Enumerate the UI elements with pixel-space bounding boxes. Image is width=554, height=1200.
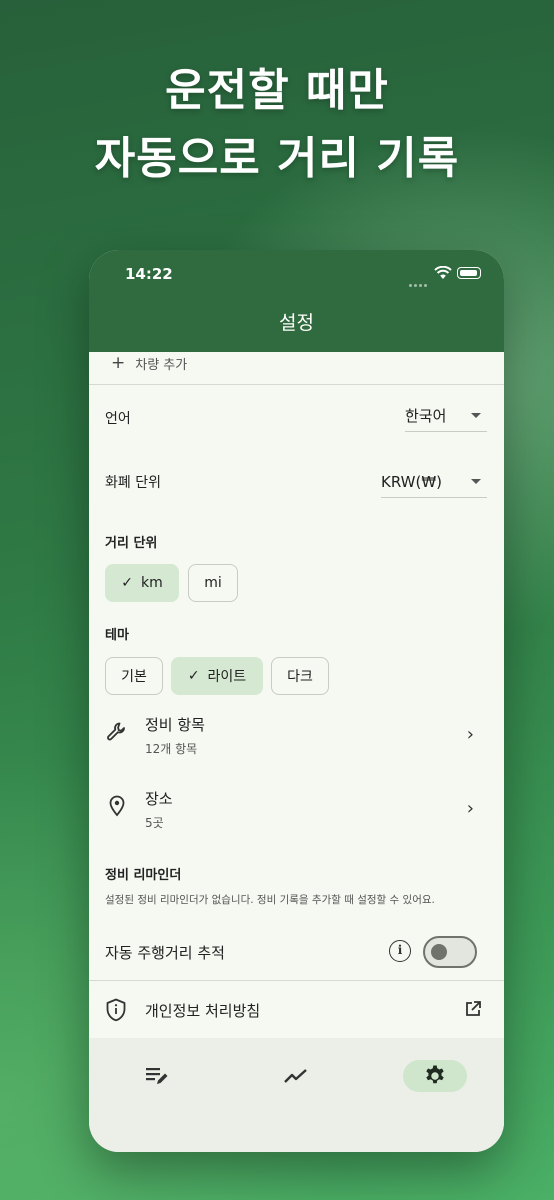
theme-dark[interactable]: 다크 [271,657,329,695]
headline-line2: 자동으로 거리 기록 [94,133,460,184]
maintenance-items-count: 12개 항목 [145,742,198,756]
status-bar: 14:22 [89,250,504,298]
nav-stats[interactable] [264,1060,328,1092]
language-label: 언어 [105,411,131,427]
reminder-description: 설정된 정비 리마인더가 없습니다. 정비 기록을 추가할 때 설정할 수 있어… [105,894,435,906]
headline-line1: 운전할 때만 [165,65,389,116]
mi-label: mi [204,575,222,591]
distance-unit-mi[interactable]: mi [188,564,238,602]
maintenance-items-row[interactable]: 정비 항목 12개 항목 › [89,702,504,766]
bottom-navigation [89,1038,504,1152]
app-bar: 설정 [89,298,504,352]
phone-screen: 14:22 설정 + 차량 추가 언어 한국어 화폐 단위 KRW(₩) 거리 … [89,250,504,1152]
wrench-icon [107,722,125,741]
currency-dropdown[interactable]: KRW(₩) [381,466,487,498]
theme-dark-label: 다크 [287,669,313,685]
add-vehicle-label: 차량 추가 [135,357,188,373]
places-row[interactable]: 장소 5곳 › [89,776,504,840]
chevron-down-icon [471,479,481,484]
places-title: 장소 [145,790,173,808]
location-pin-icon [109,795,125,817]
plus-icon: + [111,353,126,373]
currency-value: KRW(₩) [381,472,443,491]
wifi-icon [434,266,452,279]
records-icon [146,1068,168,1084]
auto-tracking-toggle[interactable] [423,936,477,968]
settings-content: + 차량 추가 언어 한국어 화폐 단위 KRW(₩) 거리 단위 ✓ km m… [89,352,504,1038]
language-value: 한국어 [405,407,447,425]
nav-records[interactable] [125,1060,189,1092]
info-icon[interactable]: i [389,940,411,962]
theme-default[interactable]: 기본 [105,657,163,695]
divider [89,980,504,981]
places-count: 5곳 [145,816,164,830]
theme-default-label: 기본 [121,669,147,685]
page-title: 설정 [279,312,314,334]
distance-unit-km[interactable]: ✓ km [105,564,179,602]
chevron-down-icon [471,413,481,418]
theme-label: 테마 [105,628,129,643]
distance-unit-label: 거리 단위 [105,536,158,551]
chevron-right-icon: › [466,724,474,745]
signal-icon [409,272,429,291]
shield-info-icon [106,998,126,1022]
auto-tracking-label: 자동 주행거리 추적 [105,944,225,962]
battery-icon [457,267,481,279]
check-icon: ✓ [187,668,200,684]
nav-settings[interactable] [403,1060,467,1092]
add-vehicle-button[interactable]: + 차량 추가 [111,352,187,374]
privacy-policy-row[interactable]: 개인정보 처리방침 [89,982,504,1038]
divider [89,384,504,385]
language-dropdown[interactable]: 한국어 [405,400,487,432]
reminder-title: 정비 리마인더 [105,868,182,883]
theme-light[interactable]: ✓ 라이트 [171,657,263,695]
stats-icon [284,1069,307,1083]
settings-icon [426,1065,444,1084]
theme-light-label: 라이트 [207,669,247,685]
external-link-icon [466,1001,481,1016]
status-time: 14:22 [125,265,173,283]
check-icon: ✓ [121,575,133,591]
km-label: km [140,575,163,591]
currency-label: 화폐 단위 [105,475,161,491]
privacy-policy-label: 개인정보 처리방침 [145,1002,261,1020]
chevron-right-icon: › [466,798,474,819]
maintenance-items-title: 정비 항목 [145,716,205,734]
